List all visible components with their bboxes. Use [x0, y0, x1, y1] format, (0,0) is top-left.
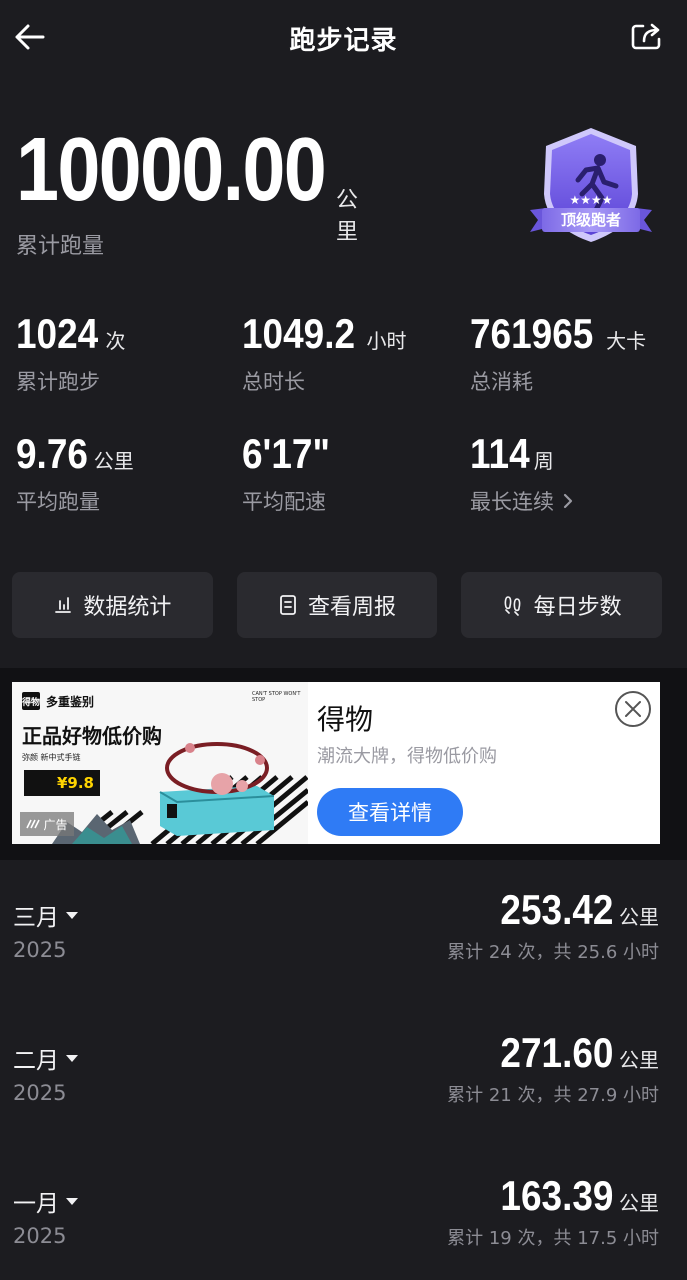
- top-runner-badge[interactable]: ★★★★ 顶级跑者: [526, 124, 656, 250]
- ad-tag-label: 广告: [43, 817, 68, 832]
- month-distance-value: 163.39: [499, 1172, 613, 1219]
- header: 跑步记录: [0, 0, 687, 72]
- month-distance: 163.39 公里: [485, 1172, 659, 1220]
- total-distance-value: 10000.00: [16, 120, 327, 220]
- footprints-icon: [504, 596, 521, 616]
- share-icon: [631, 23, 661, 50]
- ad-tag: 广告: [20, 812, 74, 836]
- stat-unit: 周: [533, 449, 554, 473]
- stat-label: 总时长: [242, 370, 305, 394]
- running-records-page: 跑步记录 10000.00 公里 累计跑量 ★★★★ 顶级跑者 1024 次 累…: [0, 0, 687, 1280]
- daily-steps-label: 每日步数: [533, 595, 622, 620]
- share-button[interactable]: [629, 18, 665, 54]
- ad-brand-row: 得物 多重鉴别: [22, 692, 94, 710]
- month-summary: 累计 19 次，共 17.5 小时: [447, 1228, 659, 1249]
- stat-value: 6'17": [242, 430, 330, 477]
- month-name: 三月: [13, 905, 59, 931]
- month-year: 2025: [13, 938, 67, 962]
- caret-down-icon: [66, 912, 78, 919]
- month-year: 2025: [13, 1224, 67, 1248]
- stat-unit: 次: [105, 329, 126, 353]
- stat-value: 9.76: [16, 430, 88, 477]
- month-distance-value: 271.60: [499, 1029, 613, 1076]
- stat-unit: 大卡: [606, 329, 647, 353]
- page-title: 跑步记录: [289, 26, 398, 56]
- badge-label: 顶级跑者: [560, 211, 621, 229]
- report-icon: [280, 595, 296, 615]
- stat-label: 累计跑步: [16, 370, 100, 394]
- month-distance-unit: 公里: [619, 905, 659, 929]
- ad-description: 潮流大牌，得物低价购: [317, 746, 497, 767]
- weekly-report-label: 查看周报: [308, 595, 397, 620]
- ad-image[interactable]: 得物 多重鉴别 CAN'T STOP WON'T STOP 正品好物低价购 弥颜…: [12, 682, 308, 844]
- ad-banner[interactable]: 得物 多重鉴别 CAN'T STOP WON'T STOP 正品好物低价购 弥颜…: [12, 682, 660, 844]
- total-distance: 10000.00 公里: [16, 120, 375, 245]
- month-selector[interactable]: 一月: [13, 1184, 79, 1218]
- month-selector[interactable]: 二月: [13, 1041, 79, 1075]
- stat-label: 平均配速: [242, 490, 326, 514]
- stat-value: 761965: [470, 310, 594, 357]
- stat-label: 最长连续: [470, 490, 554, 514]
- month-distance-unit: 公里: [619, 1048, 659, 1072]
- total-distance-label: 累计跑量: [16, 234, 105, 259]
- data-statistics-button[interactable]: 数据统计: [12, 572, 213, 638]
- month-distance: 253.42 公里: [485, 886, 659, 934]
- stat-longest-streak[interactable]: 114 周 最长连续: [470, 432, 574, 516]
- ad-tag-icon: [26, 819, 41, 829]
- stat-total-duration: 1049.2 小时 总时长: [242, 312, 406, 396]
- ad-headline: 正品好物低价购: [22, 724, 162, 748]
- month-summary: 累计 24 次，共 25.6 小时: [447, 942, 659, 963]
- chevron-right-icon: [563, 493, 573, 509]
- ad-close-button[interactable]: [614, 690, 652, 728]
- ad-title: 得物: [317, 703, 374, 736]
- ad-view-details-button[interactable]: 查看详情: [317, 788, 463, 836]
- stat-label-row: 最长连续: [470, 486, 574, 516]
- caret-down-icon: [66, 1055, 78, 1062]
- ad-slogan-tiny: CAN'T STOP WON'T STOP: [252, 691, 301, 703]
- bar-chart-icon: [55, 597, 72, 613]
- daily-steps-button[interactable]: 每日步数: [461, 572, 663, 638]
- ad-brand-logo: 得物: [22, 692, 40, 710]
- stat-total-runs: 1024 次 累计跑步: [16, 312, 125, 396]
- ad-brand-text: 多重鉴别: [46, 694, 95, 709]
- caret-down-icon: [66, 1198, 78, 1205]
- data-statistics-label: 数据统计: [83, 595, 172, 620]
- stat-value: 1024: [16, 310, 99, 357]
- stat-label: 平均跑量: [16, 490, 100, 514]
- month-record-january[interactable]: 一月 2025 163.39 公里 累计 19 次，共 17.5 小时: [0, 1172, 687, 1280]
- month-name: 一月: [13, 1191, 59, 1217]
- month-distance-unit: 公里: [619, 1191, 659, 1215]
- month-record-february[interactable]: 二月 2025 271.60 公里 累计 21 次，共 27.9 小时: [0, 1029, 687, 1151]
- stat-value: 1049.2: [242, 310, 356, 357]
- weekly-report-button[interactable]: 查看周报: [236, 572, 438, 638]
- month-distance-value: 253.42: [499, 886, 613, 933]
- month-selector[interactable]: 三月: [13, 898, 79, 932]
- month-year: 2025: [13, 1081, 67, 1105]
- stat-unit: 小时: [366, 329, 407, 353]
- month-record-march[interactable]: 三月 2025 253.42 公里 累计 24 次，共 25.6 小时: [0, 886, 687, 1008]
- total-distance-unit: 公里: [336, 188, 359, 245]
- stat-total-calories: 761965 大卡 总消耗: [470, 312, 646, 396]
- month-distance: 271.60 公里: [485, 1029, 659, 1077]
- month-summary: 累计 21 次，共 27.9 小时: [447, 1085, 659, 1106]
- stat-label: 总消耗: [470, 370, 533, 394]
- ad-subtitle: 弥颜 新中式手链: [22, 753, 81, 762]
- action-buttons: 数据统计 查看周报 每日步数: [12, 572, 663, 638]
- stat-avg-distance: 9.76 公里 平均跑量: [16, 432, 134, 516]
- svg-text:★★★★: ★★★★: [569, 193, 612, 207]
- stat-avg-pace: 6'17" 平均配速: [242, 432, 338, 516]
- ad-price: ¥9.8: [24, 770, 100, 796]
- month-name: 二月: [13, 1048, 59, 1074]
- stat-unit: 公里: [93, 449, 134, 473]
- close-circle-icon: [615, 691, 651, 727]
- stat-value: 114: [470, 430, 530, 477]
